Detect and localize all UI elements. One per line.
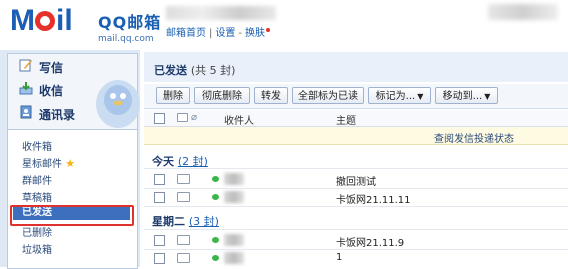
- row-subject[interactable]: 卡饭网21.11.9: [336, 234, 404, 249]
- table-row[interactable]: 卡饭网21.11.9: [144, 232, 568, 249]
- col-subject[interactable]: 主题: [336, 112, 356, 127]
- delivery-status-link[interactable]: 查阅发信投递状态: [434, 130, 514, 145]
- move-to-label: 移动到...: [442, 91, 483, 102]
- table-row[interactable]: 1: [144, 250, 568, 266]
- top-links: 邮箱首页 | 设置 - 换肤: [166, 24, 270, 39]
- main-panel: 已发送 (共 5 封) 删除 彻底删除 转发 全部标为已读 标记为... ▼ 移动…: [144, 52, 568, 267]
- highlight-box: [10, 205, 134, 226]
- brand: QQ邮箱 mail.qq.com: [98, 9, 161, 44]
- notice-bar: 查阅发信投递状态: [144, 127, 568, 145]
- receive-label: 收信: [39, 84, 64, 98]
- delete-permanent-button[interactable]: 彻底删除: [194, 87, 250, 104]
- link-mail-home[interactable]: 邮箱首页: [166, 28, 206, 39]
- folder-inbox[interactable]: 收件箱: [22, 138, 52, 153]
- receive-button[interactable]: 收信: [18, 81, 63, 101]
- read-status-header-icon: [177, 113, 188, 122]
- mail-count: (共 5 封): [190, 64, 236, 77]
- folder-spam[interactable]: 垃圾箱: [22, 241, 52, 256]
- row-subject[interactable]: 1: [336, 252, 342, 263]
- link-settings[interactable]: 设置: [215, 28, 235, 39]
- table-row[interactable]: 卡饭网21.11.11: [144, 189, 568, 206]
- status-tag-icon: [212, 255, 219, 261]
- title-bar: 已发送 (共 5 封): [144, 52, 568, 82]
- group-count-link[interactable]: (2 封): [178, 155, 208, 168]
- blurred-recipient: [224, 234, 244, 246]
- folder-group-mail[interactable]: 群邮件: [22, 172, 52, 187]
- mark-all-read-button[interactable]: 全部标为已读: [292, 87, 364, 104]
- row-checkbox[interactable]: [154, 192, 165, 203]
- blurred-account-name: [166, 6, 276, 20]
- page-title: 已发送 (共 5 封): [154, 62, 235, 78]
- mark-as-label: 标记为...: [375, 91, 416, 102]
- star-icon: ★: [65, 157, 76, 170]
- contacts-label: 通讯录: [39, 108, 76, 122]
- compose-icon: [18, 58, 34, 78]
- blurred-recipient: [224, 191, 244, 203]
- folder-drafts[interactable]: 草稿箱: [22, 189, 52, 204]
- logo-o-icon: [35, 11, 55, 31]
- group-count-link[interactable]: (3 封): [189, 215, 219, 228]
- row-checkbox[interactable]: [154, 235, 165, 246]
- envelope-icon: [177, 235, 190, 245]
- forward-button[interactable]: 转发: [254, 87, 288, 104]
- compose-button[interactable]: 写信: [18, 58, 63, 78]
- inbox-download-icon: [18, 81, 34, 101]
- status-tag-icon: [212, 176, 219, 182]
- group-label: 星期二: [152, 215, 185, 228]
- penguin-mascot-icon: [88, 72, 142, 128]
- new-dot-icon: [265, 28, 270, 32]
- qq-mail-logo[interactable]: Mil: [10, 6, 73, 36]
- sidebar-actions: 写信 收信 通讯录: [7, 53, 140, 130]
- divider: [144, 206, 568, 207]
- group-header-today: 今天 (2 封): [152, 153, 208, 169]
- toolbar: 删除 彻底删除 转发 全部标为已读 标记为... ▼ 移动到... ▼: [144, 84, 568, 109]
- compose-label: 写信: [39, 61, 64, 75]
- brand-title: QQ邮箱: [98, 13, 162, 32]
- status-tag-icon: [212, 194, 219, 200]
- chevron-down-icon: ▼: [417, 92, 424, 101]
- attachment-header-icon: ⌀: [191, 112, 198, 123]
- envelope-icon: [177, 174, 190, 184]
- delete-button[interactable]: 删除: [156, 87, 190, 104]
- folder-deleted[interactable]: 已删除: [22, 224, 52, 239]
- col-recipient[interactable]: 收件人: [224, 112, 254, 127]
- select-all-checkbox[interactable]: [154, 113, 165, 124]
- top-bar: Mil QQ邮箱 mail.qq.com 邮箱首页 | 设置 - 换肤: [0, 0, 568, 48]
- table-header: ⌀ 收件人 主题: [144, 110, 568, 127]
- divider: [144, 168, 568, 169]
- group-header-tuesday: 星期二 (3 封): [152, 213, 219, 229]
- contacts-icon: [18, 105, 34, 125]
- envelope-icon: [177, 192, 190, 202]
- folder-list: 收件箱 星标邮件 ★ 群邮件 草稿箱 已发送 已删除 垃圾箱: [7, 129, 138, 269]
- divider: [144, 229, 568, 230]
- chevron-down-icon: ▼: [484, 92, 491, 101]
- brand-url: mail.qq.com: [98, 34, 154, 44]
- group-label: 今天: [152, 155, 174, 168]
- table-row[interactable]: 撤回测试: [144, 171, 568, 188]
- sidebar: 写信 收信 通讯录 收件箱 星标邮件 ★ 群邮件 草稿箱 已发送 已删除 垃圾箱: [0, 50, 140, 269]
- row-subject[interactable]: 卡饭网21.11.11: [336, 191, 411, 206]
- row-checkbox[interactable]: [154, 174, 165, 185]
- folder-starred[interactable]: 星标邮件 ★: [22, 155, 75, 170]
- mark-as-dropdown[interactable]: 标记为... ▼: [368, 87, 431, 104]
- move-to-dropdown[interactable]: 移动到... ▼: [435, 87, 498, 104]
- blurred-top-right: [488, 4, 558, 20]
- page-title-text: 已发送: [154, 64, 187, 77]
- row-checkbox[interactable]: [154, 253, 165, 264]
- link-skin[interactable]: 换肤: [245, 28, 265, 39]
- row-subject[interactable]: 撤回测试: [336, 173, 376, 188]
- status-tag-icon: [212, 237, 219, 243]
- blurred-recipient: [224, 252, 244, 264]
- envelope-icon: [177, 253, 190, 263]
- folder-starred-label: 星标邮件: [22, 159, 62, 170]
- blurred-recipient: [224, 173, 244, 185]
- contacts-button[interactable]: 通讯录: [18, 105, 75, 125]
